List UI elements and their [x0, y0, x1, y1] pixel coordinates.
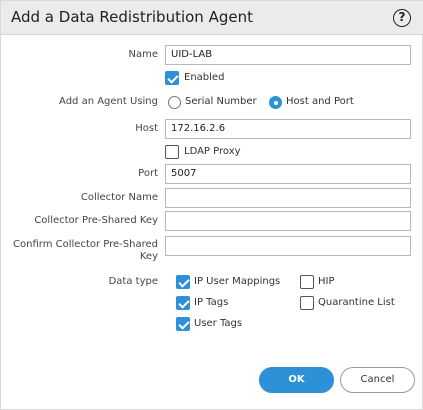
enabled-label: Enabled	[184, 72, 225, 83]
hip-label: HIP	[318, 276, 335, 287]
confirm-psk-label-line2: Key	[139, 251, 158, 262]
dialog-titlebar: Add a Data Redistribution Agent ?	[1, 1, 423, 35]
name-label: Name	[128, 49, 158, 60]
port-field[interactable]: 5007	[165, 164, 411, 184]
name-field[interactable]: UID-LAB	[165, 45, 411, 65]
ip-tags-checkbox[interactable]	[176, 296, 190, 310]
data-type-label: Data type	[108, 276, 158, 287]
serial-number-radio[interactable]	[168, 96, 181, 109]
user-tags-label: User Tags	[194, 318, 243, 329]
collector-name-label: Collector Name	[80, 192, 158, 203]
host-field[interactable]: 172.16.2.6	[165, 119, 411, 139]
ip-user-mappings-checkbox[interactable]	[176, 275, 190, 289]
quarantine-list-label: Quarantine List	[318, 297, 395, 308]
ip-tags-label: IP Tags	[194, 297, 229, 308]
ok-button[interactable]: OK	[259, 367, 334, 393]
host-and-port-label: Host and Port	[286, 96, 354, 107]
collector-psk-field[interactable]	[165, 211, 411, 231]
confirm-psk-label-line1: Confirm Collector Pre-Shared	[13, 239, 158, 250]
serial-number-label: Serial Number	[185, 96, 257, 107]
ldap-proxy-label: LDAP Proxy	[184, 146, 241, 157]
help-icon[interactable]: ?	[393, 9, 411, 27]
confirm-psk-field[interactable]	[165, 236, 411, 256]
collector-psk-label: Collector Pre-Shared Key	[34, 215, 158, 226]
ip-user-mappings-label: IP User Mappings	[194, 276, 281, 287]
agent-using-label: Add an Agent Using	[59, 96, 158, 107]
hip-checkbox[interactable]	[300, 275, 314, 289]
host-label: Host	[135, 123, 158, 134]
dialog-title: Add a Data Redistribution Agent	[11, 8, 253, 26]
user-tags-checkbox[interactable]	[176, 317, 190, 331]
host-and-port-radio[interactable]	[269, 96, 282, 109]
collector-name-field[interactable]	[165, 188, 411, 208]
enabled-checkbox[interactable]	[165, 71, 179, 85]
port-label: Port	[138, 168, 158, 179]
add-agent-dialog: Add a Data Redistribution Agent ? Name U…	[0, 0, 423, 410]
quarantine-list-checkbox[interactable]	[300, 296, 314, 310]
cancel-button[interactable]: Cancel	[340, 367, 415, 393]
ldap-proxy-checkbox[interactable]	[165, 145, 179, 159]
